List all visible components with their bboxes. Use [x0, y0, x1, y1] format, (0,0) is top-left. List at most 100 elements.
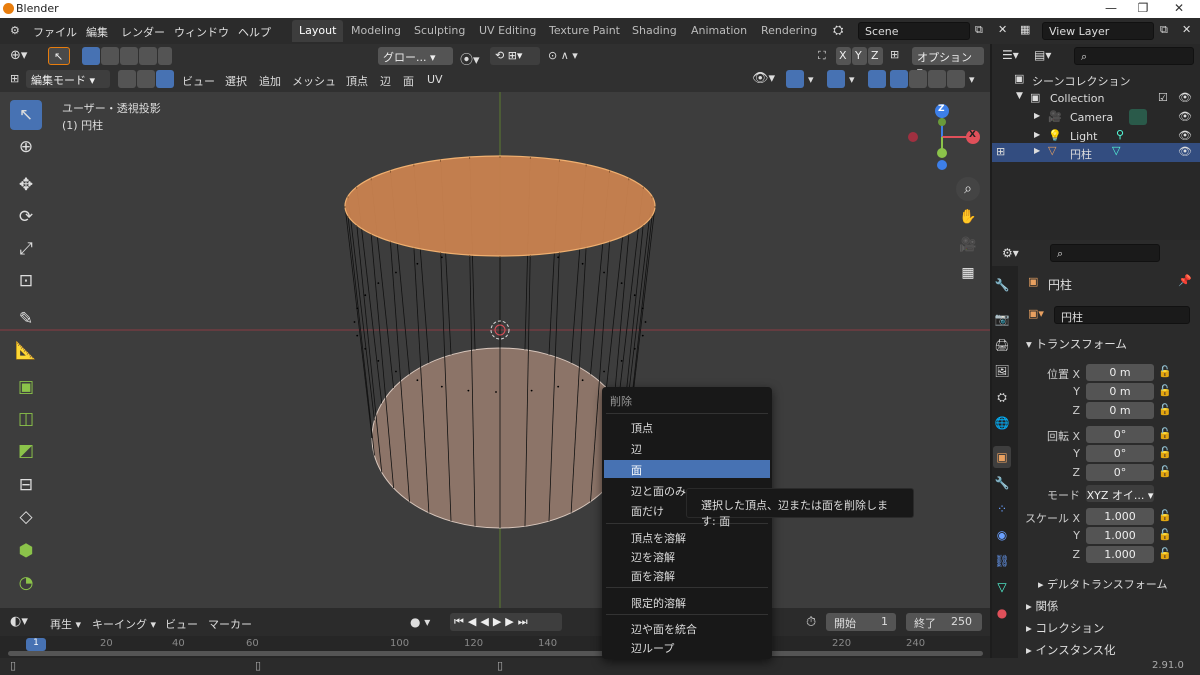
loop-cut-tool-icon[interactable]: ⊟ [10, 470, 42, 500]
close-icon[interactable]: ✕ [1164, 1, 1194, 15]
lock-icon[interactable]: 🔓 [1158, 509, 1172, 522]
outliner-search-field[interactable]: ⌕ [1074, 47, 1194, 65]
lock-icon[interactable]: 🔓 [1158, 427, 1172, 440]
edit-mode-indicator-icon[interactable]: ⊞ [996, 145, 1005, 158]
physics-tab-icon[interactable]: ◉ [993, 524, 1011, 546]
record-icon[interactable]: ● ▾ [410, 615, 430, 629]
copy-scene-icon[interactable]: ⧉ [975, 23, 983, 37]
stopwatch-icon[interactable]: ⏱ [806, 615, 816, 630]
shading-dropdown-icon[interactable]: ▾ [969, 73, 975, 86]
menu-uv[interactable]: UV [427, 73, 443, 86]
menu-item-edges[interactable]: 辺 [604, 439, 770, 457]
annotate-tool-icon[interactable]: ✎ [10, 304, 42, 334]
playback-controls[interactable]: ⏮◀◀▶▶⏭ [450, 613, 562, 631]
visibility-eye-icon[interactable]: 👁 [1178, 110, 1192, 123]
constraints-tab-icon[interactable]: ⛓ [993, 550, 1011, 572]
object-name-field[interactable]: 円柱 [1054, 306, 1190, 324]
lock-icon[interactable]: 🔓 [1158, 547, 1172, 560]
tab-sculpting[interactable]: Sculpting [407, 20, 472, 42]
material-tab-icon[interactable]: ● [993, 602, 1011, 624]
mode-dropdown[interactable]: 編集モード ▾ [26, 70, 110, 88]
edge-select-mode-icon[interactable] [137, 70, 155, 88]
select-invert-icon[interactable] [139, 47, 157, 65]
timeline-editor-type-icon[interactable]: ◐▾ [10, 614, 28, 629]
menu-item-dissolve-faces[interactable]: 面を溶解 [604, 566, 770, 584]
tab-animation[interactable]: Animation [684, 20, 754, 42]
collections-panel[interactable]: ▸ コレクション [1026, 620, 1104, 636]
outliner-row-camera[interactable]: ▶ 🎥 Camera 👁 [992, 108, 1200, 127]
vertex-select-mode-icon[interactable] [118, 70, 136, 88]
timeline-scrollbar[interactable] [8, 651, 983, 656]
transform-orientation-dropdown[interactable]: グロー... ▾ [378, 47, 453, 65]
move-tool-icon[interactable]: ✥ [10, 170, 42, 200]
lock-icon[interactable]: 🔓 [1158, 446, 1172, 459]
output-tab-icon[interactable]: 🖨 [993, 334, 1011, 356]
select-intersect-icon[interactable] [158, 47, 172, 65]
pan-hand-icon[interactable]: ✋ [956, 205, 980, 229]
visibility-eye-icon[interactable]: 👁 [1178, 145, 1192, 158]
maximize-icon[interactable]: ❐ [1128, 1, 1158, 15]
rotation-z-field[interactable]: 0° [1086, 464, 1154, 481]
menu-item-vertices[interactable]: 頂点 [604, 418, 770, 436]
menu-edit[interactable]: 編集 [86, 24, 108, 40]
blender-menu-icon[interactable]: ⚙ [10, 24, 20, 37]
knife-tool-icon[interactable]: ◇ [10, 502, 42, 532]
rendered-shading-icon[interactable] [947, 70, 965, 88]
menu-playback[interactable]: 再生 ▾ [50, 616, 81, 632]
tab-layout[interactable]: Layout [292, 20, 344, 42]
select-extend-icon[interactable] [101, 47, 119, 65]
lock-icon[interactable]: 🔓 [1158, 384, 1172, 397]
snap-toggle-icon[interactable]: ⟲ ⊞▾ [490, 47, 540, 65]
proportional-edit-icon[interactable]: ⊙ ∧ ▾ [548, 49, 578, 62]
visibility-eye-icon[interactable]: 👁 [1178, 129, 1192, 142]
spin-tool-icon[interactable]: ◔ [10, 568, 42, 598]
menu-window[interactable]: ウィンドウ [174, 24, 229, 40]
datablock-icon[interactable]: ▣▾ [1028, 307, 1044, 320]
menu-item-collapse[interactable]: 辺や面を統合 [604, 619, 770, 637]
select-tool-icon[interactable]: ↖ [48, 47, 70, 65]
location-x-field[interactable]: 0 m [1086, 364, 1154, 381]
navigation-gizmo[interactable]: Z X [905, 102, 985, 177]
menu-marker[interactable]: マーカー [208, 616, 252, 632]
delete-layer-icon[interactable]: ✕ [1182, 23, 1191, 36]
extrude-tool-icon[interactable]: ▣ [10, 372, 42, 402]
scene-field[interactable]: Scene [858, 22, 970, 40]
current-frame-indicator[interactable]: 1 [26, 638, 46, 651]
minimize-icon[interactable]: — [1096, 1, 1126, 15]
visibility-eye-icon[interactable]: 👁 [1178, 91, 1192, 104]
display-mode-icon[interactable]: ▤▾ [1034, 48, 1051, 62]
menu-timeline-view[interactable]: ビュー [165, 616, 198, 632]
menu-file[interactable]: ファイル [33, 24, 77, 40]
outliner-row-cylinder[interactable]: ⊞ ▶ ▽ 円柱 ▽ 👁 [992, 143, 1200, 162]
wireframe-shading-icon[interactable] [890, 70, 908, 88]
menu-item-limited-dissolve[interactable]: 限定的溶解 [604, 593, 770, 611]
zoom-icon[interactable]: ⌕ [956, 177, 980, 201]
relations-panel[interactable]: ▸ 関係 [1026, 598, 1058, 614]
delete-scene-icon[interactable]: ✕ [998, 23, 1007, 36]
camera-view-icon[interactable]: 🎥 [956, 233, 980, 257]
poly-build-tool-icon[interactable]: ⬢ [10, 536, 42, 566]
frame-start-field[interactable]: 開始 1 [826, 613, 896, 631]
expand-arrow-icon[interactable]: ▼ [1016, 91, 1023, 101]
rotation-y-field[interactable]: 0° [1086, 445, 1154, 462]
tool-tab-icon[interactable]: 🔧 [993, 274, 1011, 296]
rotation-x-field[interactable]: 0° [1086, 426, 1154, 443]
tab-texture-paint[interactable]: Texture Paint [542, 20, 627, 42]
select-box-tool-icon[interactable]: ↖ [10, 100, 42, 130]
instancing-panel[interactable]: ▸ インスタンス化 [1026, 642, 1115, 658]
expand-arrow-icon[interactable]: ▶ [1034, 130, 1040, 139]
rotate-tool-icon[interactable]: ⟳ [10, 202, 42, 232]
solid-shading-icon[interactable] [909, 70, 927, 88]
transform-panel-header[interactable]: ▾ トランスフォーム [1026, 336, 1127, 352]
tab-modeling[interactable]: Modeling [344, 20, 408, 42]
scene-icon[interactable]: ⛭ [833, 23, 843, 38]
lock-icon[interactable]: 🔓 [1158, 403, 1172, 416]
location-y-field[interactable]: 0 m [1086, 383, 1154, 400]
menu-edge[interactable]: 辺 [380, 73, 391, 89]
object-tab-icon[interactable]: ▣ [993, 446, 1011, 468]
menu-mesh[interactable]: メッシュ [292, 73, 336, 89]
ortho-grid-icon[interactable]: ▦ [956, 261, 980, 285]
outliner-row-collection[interactable]: ▼ ▣ Collection ☑ 👁 [992, 89, 1200, 108]
view-layer-field[interactable]: View Layer [1042, 22, 1154, 40]
menu-item-faces[interactable]: 面 [604, 460, 770, 478]
